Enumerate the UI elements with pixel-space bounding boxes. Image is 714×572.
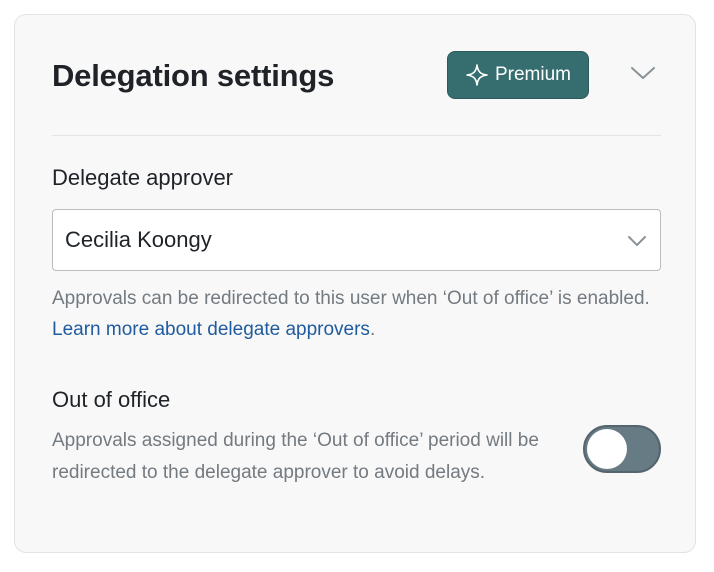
premium-label: Premium [494,64,571,85]
collapse-button[interactable] [627,61,659,89]
out-of-office-label: Out of office [52,387,171,412]
out-of-office-toggle[interactable] [583,425,661,473]
toggle-knob [587,429,627,469]
delegate-approver-label: Delegate approver [52,165,234,190]
chevron-down-icon [630,65,656,86]
chevron-down-icon [626,230,648,252]
delegate-help-body: Approvals can be redirected to this user… [52,288,650,309]
delegate-approver-select[interactable]: Cecilia Koongy [52,209,661,271]
header-divider [52,135,661,136]
premium-badge-button[interactable]: Premium [447,51,589,99]
page-title: Delegation settings [52,58,335,93]
delegate-help-text: Approvals can be redirected to this user… [52,283,664,345]
delegate-help-suffix: . [369,319,376,340]
delegation-settings-card: Delegation settings Premium Delegate app… [14,14,696,553]
learn-more-link[interactable]: Learn more about delegate approvers [52,319,370,340]
out-of-office-help-text: Approvals assigned during the ‘Out of of… [52,430,539,483]
sparkle-icon [465,63,489,87]
delegate-approver-value: Cecilia Koongy [65,227,212,252]
